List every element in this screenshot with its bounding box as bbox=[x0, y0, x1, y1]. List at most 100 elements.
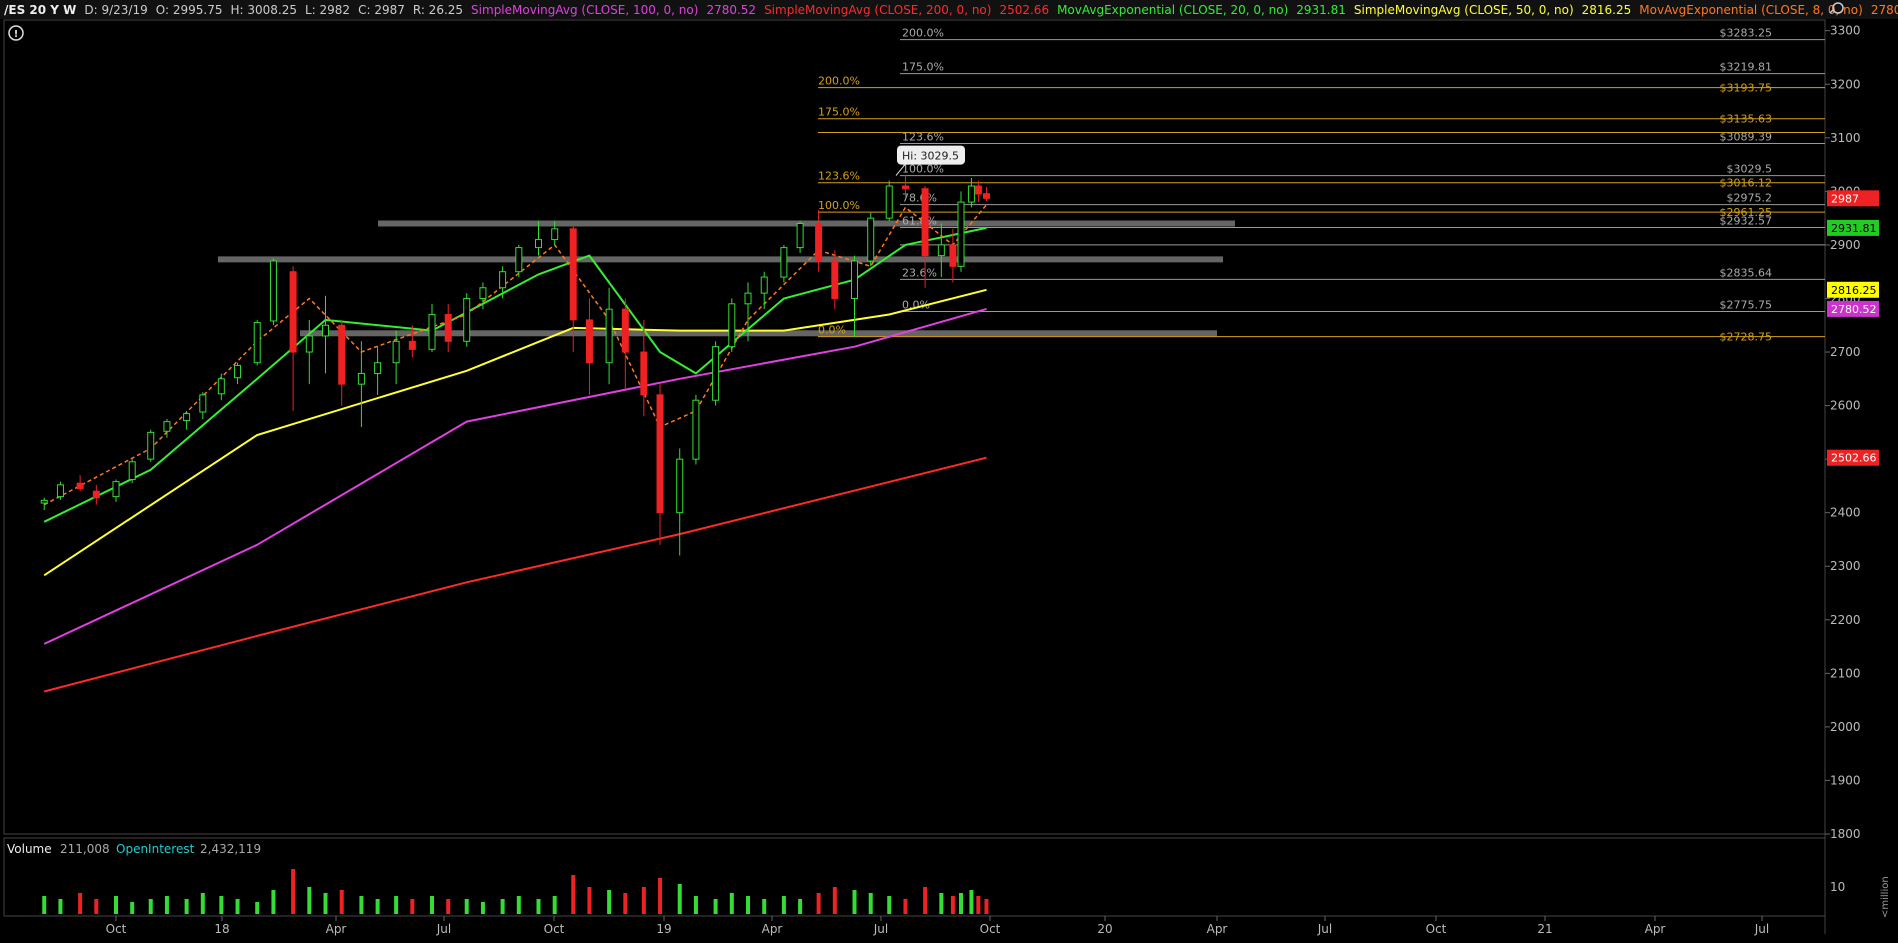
volume-bar bbox=[430, 896, 435, 914]
volume-bar bbox=[291, 869, 296, 914]
candle-body bbox=[183, 413, 191, 422]
sma200-line bbox=[43, 456, 987, 693]
volume-bar bbox=[359, 896, 364, 914]
volume-bar bbox=[713, 899, 718, 914]
volume-bars bbox=[42, 869, 989, 914]
candle-body bbox=[479, 287, 487, 299]
fib-gray-price: $2932.57 bbox=[1720, 214, 1773, 227]
candle-body bbox=[269, 260, 277, 322]
volume-label: Volume bbox=[7, 842, 52, 856]
volume-bar bbox=[641, 887, 646, 914]
candle-body bbox=[569, 228, 577, 321]
candle-body bbox=[867, 217, 875, 262]
volume-bar bbox=[762, 899, 767, 914]
candle-body bbox=[728, 303, 736, 348]
volume-bar bbox=[658, 878, 663, 914]
fibonacci-levels: 200.0% $3193.75 175.0% $3135.63 123.6% $3016.… bbox=[818, 27, 1825, 344]
candle-body bbox=[128, 461, 136, 480]
volume-bar bbox=[746, 896, 751, 914]
volume-bar bbox=[959, 893, 963, 914]
bar-range: R: 26.25 bbox=[413, 3, 463, 17]
candle-body bbox=[796, 223, 804, 249]
fib-gray-pct: 78.6% bbox=[902, 192, 937, 205]
support-resistance-zones bbox=[218, 220, 1235, 337]
x-tick-label: Apr bbox=[1645, 922, 1666, 936]
volume-bar bbox=[464, 899, 469, 914]
x-tick-label: Jul bbox=[1317, 922, 1332, 936]
x-tick-label: 18 bbox=[214, 922, 229, 936]
y-tick-label: 3100 bbox=[1830, 131, 1861, 145]
fib-gold-price: $2728.75 bbox=[1720, 331, 1773, 344]
study-header: /ES 20 Y W D: 9/23/19 O: 2995.75 H: 3008.25… bbox=[4, 3, 1898, 17]
fib-gray-price: $3089.39 bbox=[1720, 130, 1773, 143]
study-value-1: 2502.66 bbox=[999, 3, 1049, 17]
study-label-0: SimpleMovingAvg (CLOSE, 100, 0, no) bbox=[471, 3, 698, 17]
y-tick-label: 3200 bbox=[1830, 77, 1861, 91]
volume-bar bbox=[323, 893, 328, 914]
volume-bar bbox=[623, 893, 628, 914]
candle-body bbox=[289, 271, 297, 353]
volume-bar bbox=[939, 893, 944, 914]
candle-body bbox=[499, 271, 507, 289]
fib-gray-price: $3219.81 bbox=[1720, 61, 1773, 74]
volume-bar bbox=[852, 890, 857, 914]
y-tick-label: 2700 bbox=[1830, 345, 1861, 359]
volume-bar bbox=[271, 890, 276, 914]
x-tick-label: Apr bbox=[1207, 922, 1228, 936]
fib-gold-price: $3135.63 bbox=[1720, 113, 1773, 126]
oi-value: 2,432,119 bbox=[200, 842, 261, 856]
y-tick-label: 2200 bbox=[1830, 613, 1861, 627]
candle-body bbox=[605, 308, 613, 364]
candle-body bbox=[982, 193, 990, 199]
study-label-3: SimpleMovingAvg (CLOSE, 50, 0, no) bbox=[1354, 3, 1574, 17]
sma100-line bbox=[43, 307, 987, 645]
volume-bar bbox=[184, 899, 189, 914]
candle-body bbox=[901, 185, 909, 190]
candle-body bbox=[957, 201, 965, 267]
alert-icon[interactable]: ! bbox=[8, 25, 24, 41]
candle-body bbox=[535, 239, 542, 249]
candle-body bbox=[656, 394, 664, 514]
bar-high: H: 3008.25 bbox=[230, 3, 297, 17]
price-tag-label: 2931.81 bbox=[1831, 222, 1877, 235]
hi-label: Hi: 3029.5 bbox=[902, 150, 959, 163]
candle-body bbox=[199, 394, 207, 413]
volume-bar bbox=[984, 899, 989, 914]
volume-bar bbox=[78, 893, 83, 914]
x-tick-label: 19 bbox=[656, 922, 671, 936]
volume-bar bbox=[923, 887, 928, 914]
candle-body bbox=[692, 399, 700, 460]
candle-body bbox=[974, 185, 982, 195]
volume-pane[interactable] bbox=[3, 837, 1826, 917]
fib-gold-pct: 200.0% bbox=[818, 75, 860, 88]
volume-bar bbox=[969, 890, 974, 914]
fib-gray-price: $2835.64 bbox=[1720, 266, 1773, 279]
fib-gold-price: $3193.75 bbox=[1720, 82, 1773, 95]
candle-body bbox=[815, 223, 823, 262]
volume-bar bbox=[255, 902, 260, 914]
volume-bar bbox=[42, 896, 47, 914]
bar-date: D: 9/23/19 bbox=[84, 3, 147, 17]
fib-gray-pct: 23.6% bbox=[902, 266, 937, 279]
candle-body bbox=[147, 431, 155, 460]
volume-bar bbox=[148, 899, 153, 914]
candle-body bbox=[217, 378, 225, 395]
fib-gray-pct: 123.6% bbox=[902, 130, 944, 143]
fib-gray-price: $2975.2 bbox=[1727, 192, 1773, 205]
study-label-4: MovAvgExponential (CLOSE, 8, 0, no) bbox=[1639, 3, 1863, 17]
fib-gray-price: $2775.75 bbox=[1720, 298, 1773, 311]
y-tick-label: 3300 bbox=[1830, 24, 1861, 38]
volume-bar bbox=[798, 899, 803, 914]
candle-body bbox=[322, 324, 330, 337]
x-tick-label: 21 bbox=[1537, 922, 1552, 936]
bar-close: C: 2987 bbox=[358, 3, 405, 17]
volume-bar bbox=[219, 896, 224, 914]
candle-body bbox=[428, 314, 436, 350]
volume-bar bbox=[500, 899, 505, 914]
symbol-label: /ES 20 Y W bbox=[4, 3, 76, 17]
candle-body bbox=[937, 244, 945, 257]
chart[interactable]: /ES 20 Y W D: 9/23/19 O: 2995.75 H: 3008.25… bbox=[0, 0, 1898, 943]
volume-bar bbox=[235, 899, 240, 914]
candle-body bbox=[374, 362, 382, 374]
price-axis: 1800190020002100220023002400250026002700… bbox=[1825, 24, 1861, 841]
